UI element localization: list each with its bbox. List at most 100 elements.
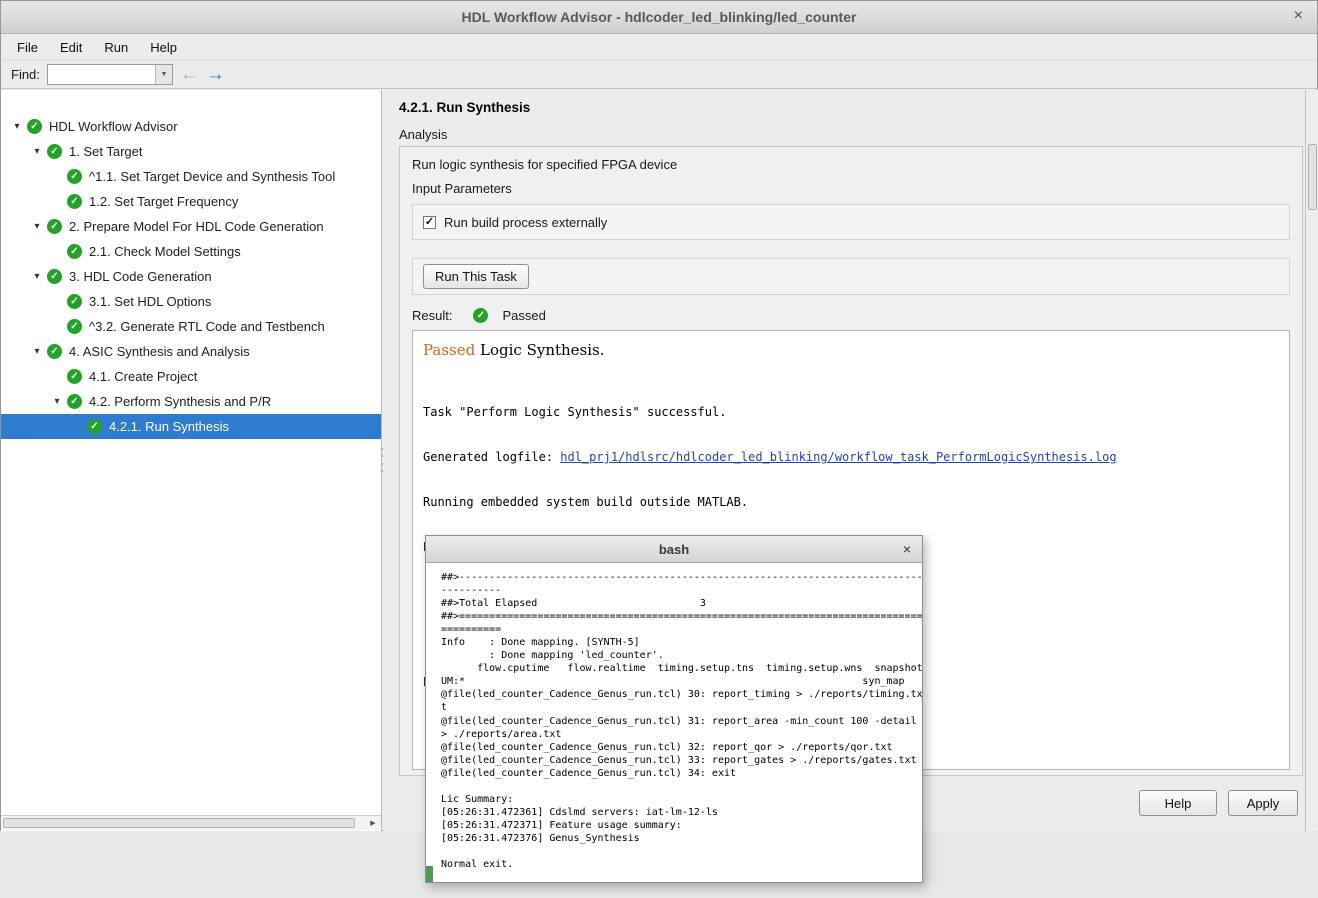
run-externally-checkbox-label: Run build process externally (444, 215, 607, 230)
menubar: FileEditRunHelp (1, 34, 1317, 61)
passed-check-icon: ✓ (27, 119, 42, 134)
terminal-output[interactable]: ##>-------------------------------------… (426, 564, 922, 882)
terminal-line: [05:26:31.472361] Cdslmd servers: iat-lm… (441, 806, 922, 819)
terminal-line (441, 780, 922, 793)
terminal-line (441, 845, 922, 858)
logfile-link[interactable]: hdl_prj1/hdlsrc/hdlcoder_led_blinking/wo… (560, 450, 1116, 464)
result-heading: Passed Logic Synthesis. (423, 341, 605, 359)
terminal-resize-grip[interactable] (426, 866, 433, 882)
workflow-tree: ▾✓HDL Workflow Advisor▾✓1. Set Target ✓ ^1… (1, 90, 382, 831)
result-status: Passed (502, 308, 545, 323)
terminal-line: flow.cputime flow.realtime timing.setup.… (441, 662, 922, 675)
tree-item-label: 4. ASIC Synthesis and Analysis (69, 344, 250, 359)
run-this-task-button[interactable]: Run This Task (423, 264, 529, 289)
menu-help[interactable]: Help (140, 36, 187, 59)
terminal-line: [05:26:31.472371] Feature usage summary: (441, 819, 922, 832)
terminal-line: @file(led_counter_Cadence_Genus_run.tcl)… (441, 715, 922, 728)
terminal-line: @file(led_counter_Cadence_Genus_run.tcl)… (441, 741, 922, 754)
window-title: HDL Workflow Advisor - hdlcoder_led_blin… (462, 9, 857, 25)
find-input[interactable] (48, 65, 155, 84)
passed-check-icon: ✓ (47, 219, 62, 234)
tree-item[interactable]: ▾✓HDL Workflow Advisor (1, 114, 381, 139)
tree-item[interactable]: ▾✓ 4.2. Perform Synthesis and P/R (1, 389, 381, 414)
run-externally-checkbox[interactable]: ✓ (423, 216, 436, 229)
tree-item-label: ^1.1. Set Target Device and Synthesis To… (89, 169, 335, 184)
menu-edit[interactable]: Edit (50, 36, 92, 59)
tree-item-label: 2.1. Check Model Settings (89, 244, 241, 259)
vertical-scrollbar[interactable] (1305, 90, 1318, 831)
terminal-line: ##>Total Elapsed 3 (441, 597, 922, 610)
tree-item-label: 1.2. Set Target Frequency (89, 194, 238, 209)
terminal-line: Info : Done mapping. [SYNTH-5] (441, 636, 922, 649)
passed-check-icon: ✓ (67, 369, 82, 384)
tree-item[interactable]: ▾✓ 4. ASIC Synthesis and Analysis (1, 339, 381, 364)
analysis-section-label: Analysis (399, 127, 447, 142)
terminal-line: @file(led_counter_Cadence_Genus_run.tcl)… (441, 688, 922, 701)
tree-item[interactable]: ✓ 1.2. Set Target Frequency (1, 189, 381, 214)
find-toolbar: Find: ▼ ← → (1, 61, 1317, 89)
tree-item[interactable]: ▾✓1. Set Target (1, 139, 381, 164)
passed-check-icon: ✓ (67, 294, 82, 309)
menu-file[interactable]: File (7, 36, 48, 59)
window-close-icon[interactable]: × (1294, 8, 1303, 24)
terminal-titlebar[interactable]: bash × (426, 536, 922, 563)
menu-run[interactable]: Run (94, 36, 138, 59)
find-next-button[interactable]: → (206, 65, 225, 84)
tree-item[interactable]: ▾✓3. HDL Code Generation (1, 264, 381, 289)
task-title: 4.2.1. Run Synthesis (399, 100, 530, 115)
log-line: Generated logfile: hdl_prj1/hdlsrc/hdlco… (423, 450, 1117, 465)
expander-icon[interactable]: ▾ (27, 346, 47, 357)
terminal-line: UM:* syn_map (441, 675, 922, 688)
terminal-line: ##>-------------------------------------… (441, 571, 922, 584)
terminal-line: Lic Summary: (441, 793, 922, 806)
find-previous-button[interactable]: ← (180, 65, 199, 84)
tree-item[interactable]: ✓^3.2. Generate RTL Code and Testbench (1, 314, 381, 339)
terminal-close-icon[interactable]: × (903, 542, 911, 556)
input-parameters-box: ✓ Run build process externally (412, 204, 1290, 240)
expander-icon[interactable]: ▾ (7, 121, 27, 132)
tree-item-label: 4.2.1. Run Synthesis (109, 419, 229, 434)
passed-check-icon: ✓ (67, 169, 82, 184)
tree-item-label: 4.1. Create Project (89, 369, 197, 384)
tree-item[interactable]: ✓ 2.1. Check Model Settings (1, 239, 381, 264)
window-titlebar[interactable]: HDL Workflow Advisor - hdlcoder_led_blin… (1, 1, 1317, 34)
terminal-line: @file(led_counter_Cadence_Genus_run.tcl)… (441, 767, 922, 780)
tree-item[interactable]: ✓3.1. Set HDL Options (1, 289, 381, 314)
log-line: Task "Perform Logic Synthesis" successfu… (423, 405, 1117, 420)
passed-check-icon: ✓ (87, 419, 102, 434)
result-heading-text: Logic Synthesis. (475, 341, 604, 359)
terminal-title: bash (659, 542, 689, 557)
terminal-line: [05:26:31.472376] Genus_Synthesis (441, 832, 922, 845)
input-parameters-label: Input Parameters (412, 181, 512, 196)
log-line-prefix: Generated logfile: (423, 450, 560, 464)
scroll-right-arrow-icon[interactable]: ▶ (366, 817, 380, 829)
expander-icon[interactable]: ▾ (27, 146, 47, 157)
tree-item[interactable]: ▾✓ 2. Prepare Model For HDL Code Generati… (1, 214, 381, 239)
apply-button[interactable]: Apply (1228, 790, 1298, 816)
passed-check-icon: ✓ (47, 344, 62, 359)
scrollbar-thumb[interactable] (1308, 144, 1317, 210)
help-button[interactable]: Help (1139, 790, 1217, 816)
tree-item-label: 4.2. Perform Synthesis and P/R (89, 394, 271, 409)
expander-icon[interactable]: ▾ (27, 221, 47, 232)
tree-item[interactable]: ✓ 4.2.1. Run Synthesis (1, 414, 381, 439)
tree-item-label: 2. Prepare Model For HDL Code Generation (69, 219, 324, 234)
task-description: Run logic synthesis for specified FPGA d… (412, 157, 677, 172)
tree-horizontal-scrollbar[interactable]: ▶ (1, 815, 381, 830)
find-dropdown-button[interactable]: ▼ (155, 65, 172, 84)
run-task-box: Run This Task (412, 258, 1290, 295)
scrollbar-thumb[interactable] (3, 818, 355, 828)
passed-check-icon: ✓ (67, 194, 82, 209)
tree-item-label: 3. HDL Code Generation (69, 269, 212, 284)
terminal-line: @file(led_counter_Cadence_Genus_run.tcl)… (441, 754, 922, 767)
tree-item[interactable]: ✓ ^1.1. Set Target Device and Synthesis T… (1, 164, 381, 189)
result-passed-check-icon: ✓ (473, 308, 488, 323)
passed-check-icon: ✓ (67, 319, 82, 334)
expander-icon[interactable]: ▾ (47, 396, 67, 407)
log-line: Running embedded system build outside MA… (423, 495, 1117, 510)
find-combobox[interactable]: ▼ (47, 64, 173, 85)
passed-check-icon: ✓ (67, 244, 82, 259)
expander-icon[interactable]: ▾ (27, 271, 47, 282)
passed-check-icon: ✓ (67, 394, 82, 409)
tree-item[interactable]: ✓ 4.1. Create Project (1, 364, 381, 389)
